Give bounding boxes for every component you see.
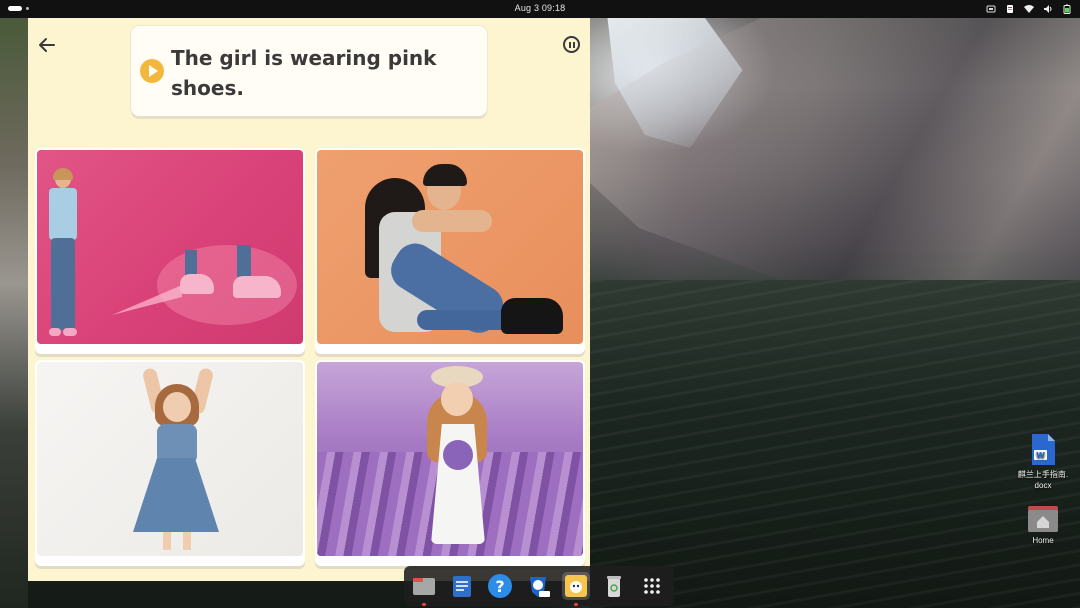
photo-girl-black-shoes-icon (317, 150, 583, 344)
dock-learning-app[interactable] (562, 572, 590, 606)
photo-girl-denim-dress-icon (37, 362, 303, 556)
help-icon: ? (488, 574, 512, 598)
svg-text:?: ? (495, 577, 504, 596)
screen-icon[interactable] (986, 4, 996, 14)
back-arrow-icon[interactable] (38, 36, 56, 54)
dock-files[interactable] (410, 572, 438, 606)
dress-girl-face (163, 392, 191, 422)
pink-sneaker-left (180, 274, 214, 294)
lavender-bouquet (443, 440, 473, 470)
jeans-leg-right (237, 245, 251, 277)
standing-girl-figure (47, 168, 79, 340)
photo-girl-lavender-field-icon (317, 362, 583, 556)
top-panel: Aug 3 09:18 (0, 0, 1080, 18)
word-document-icon: W (1032, 434, 1055, 465)
dock-trash[interactable] (600, 572, 628, 600)
running-indicator (574, 603, 578, 606)
sitting-girl-bangs (423, 164, 467, 186)
svg-text:W: W (1036, 451, 1045, 460)
dock-help[interactable]: ? (486, 572, 514, 600)
leg-left (163, 532, 171, 550)
volume-icon[interactable] (1043, 4, 1053, 14)
prompt-sentence: The girl is wearing pink shoes. (171, 46, 437, 100)
answer-option-4[interactable] (315, 360, 585, 566)
folded-arms (412, 210, 492, 232)
desktop-file-guide-docx[interactable]: W 麒兰上手指南. docx (1008, 433, 1078, 491)
desktop-file-label-line2: docx (1034, 481, 1052, 490)
files-icon (413, 578, 435, 595)
clipboard-icon[interactable] (1005, 4, 1015, 14)
clock[interactable]: Aug 3 09:18 (0, 3, 1080, 13)
wallpaper-water (590, 280, 1080, 608)
learning-app-icon (565, 575, 587, 597)
browser-beta-icon (530, 577, 550, 597)
leg-right (183, 532, 191, 550)
dock: ? (404, 566, 674, 606)
battery-icon[interactable] (1062, 4, 1072, 14)
photo-girl-pink-shoes-icon (37, 150, 303, 344)
lavender-girl-face (441, 382, 473, 416)
answer-option-3[interactable] (35, 360, 305, 566)
wallpaper-left-edge (0, 18, 28, 608)
pink-sneaker-right (233, 276, 281, 298)
notes-icon (453, 576, 471, 597)
learning-app-window: The girl is wearing pink shoes. (28, 18, 590, 581)
desktop-home-folder[interactable]: Home (1008, 503, 1078, 546)
trash-icon (607, 576, 621, 597)
running-indicator (422, 603, 426, 606)
system-tray[interactable] (986, 3, 1072, 15)
pause-button[interactable] (563, 36, 580, 53)
dock-notes[interactable] (448, 572, 476, 600)
answer-option-1[interactable] (35, 148, 305, 354)
jeans-leg-left (185, 250, 197, 276)
answer-option-2[interactable] (315, 148, 585, 354)
desktop-file-label-line1: 麒兰上手指南. (1017, 470, 1069, 479)
prompt-card: The girl is wearing pink shoes. (131, 26, 487, 116)
app-grid-icon (644, 578, 660, 594)
denim-dress-skirt (133, 458, 219, 532)
black-shoe (501, 298, 563, 334)
home-folder-icon (1028, 506, 1058, 532)
network-icon[interactable] (1024, 4, 1034, 14)
dock-app-grid[interactable] (638, 572, 666, 600)
play-audio-button[interactable] (140, 59, 164, 83)
dock-browser-beta[interactable] (524, 572, 552, 600)
home-folder-label: Home (1032, 536, 1054, 545)
